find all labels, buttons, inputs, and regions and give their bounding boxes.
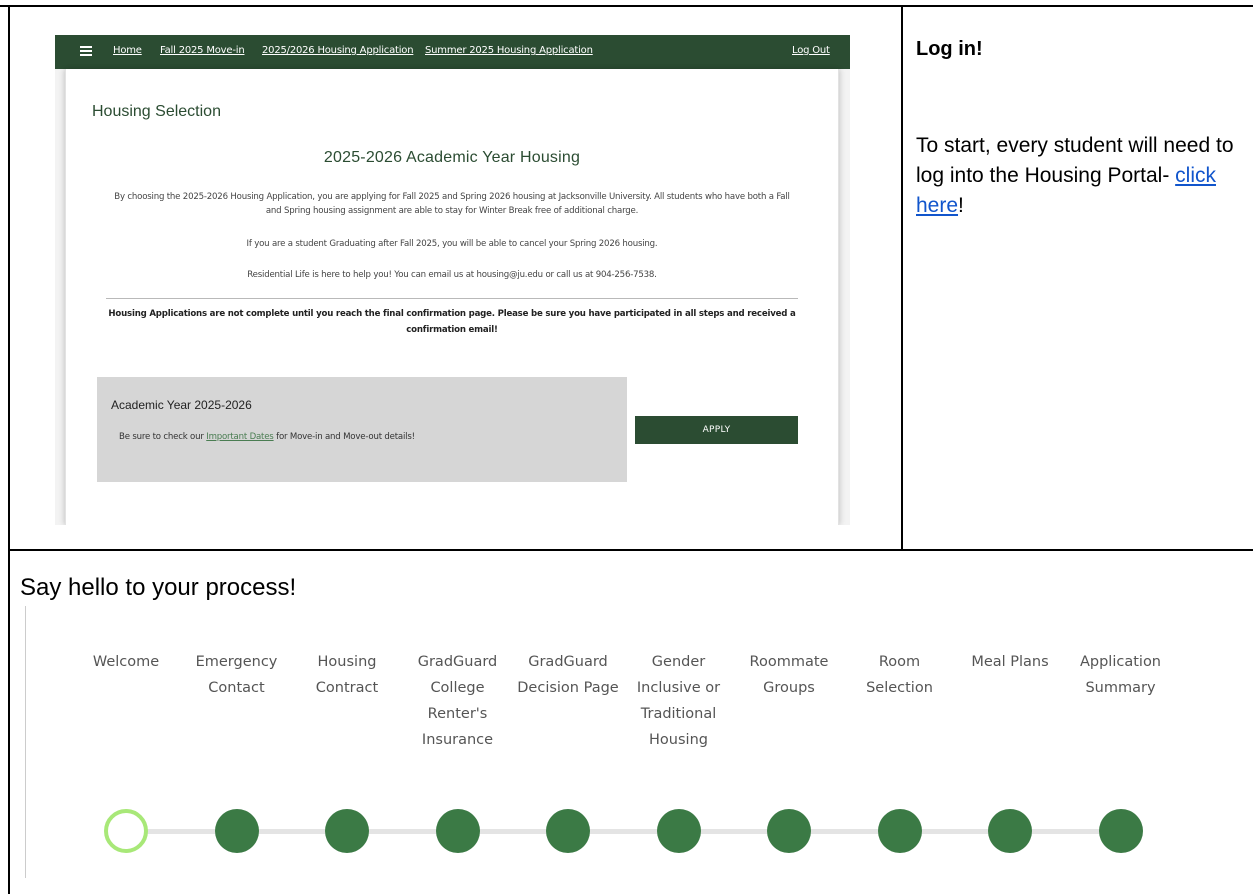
section-title: 2025-2026 Academic Year Housing bbox=[323, 149, 581, 166]
login-instructions: To start, every student will need to log… bbox=[916, 131, 1246, 221]
step-dot[interactable] bbox=[1098, 809, 1143, 853]
apply-button[interactable]: APPLY bbox=[635, 416, 798, 444]
graduating-paragraph: If you are a student Graduating after Fa… bbox=[246, 239, 658, 249]
table-border-divider bbox=[901, 5, 903, 551]
step-dot[interactable] bbox=[214, 809, 259, 853]
step-dot[interactable] bbox=[656, 809, 701, 853]
step-label: Gender Inclusive or Traditional Housing bbox=[636, 654, 721, 748]
important-dates-suffix: for Move-in and Move-out details! bbox=[273, 432, 415, 442]
contact-paragraph: Residential Life is here to help you! Yo… bbox=[247, 270, 657, 280]
logout-link[interactable]: Log Out bbox=[792, 45, 830, 56]
step-label: GradGuard Decision Page bbox=[517, 654, 619, 696]
table-border-middle bbox=[8, 549, 1253, 551]
step-dot[interactable] bbox=[767, 809, 811, 853]
login-suffix: ! bbox=[958, 194, 964, 217]
housing-selection-card: Housing Selection 2025-2026 Academic Yea… bbox=[65, 69, 839, 525]
intro-paragraph: By choosing the 2025-2026 Housing Applic… bbox=[114, 192, 790, 216]
nav-summer-housing-link[interactable]: Summer 2025 Housing Application bbox=[425, 45, 593, 56]
nav-home-link[interactable]: Home bbox=[113, 45, 142, 56]
nav-housing-application-link[interactable]: 2025/2026 Housing Application bbox=[262, 45, 414, 56]
step-label: Meal Plans bbox=[971, 654, 1049, 670]
academic-year-box: Academic Year 2025-2026 Be sure to check… bbox=[97, 377, 627, 482]
process-left-rule bbox=[25, 606, 26, 878]
step-dot[interactable] bbox=[325, 809, 369, 853]
hamburger-menu-icon[interactable] bbox=[80, 46, 92, 56]
process-heading: Say hello to your process! bbox=[20, 574, 297, 601]
step-dot[interactable] bbox=[546, 809, 590, 853]
step-dot[interactable] bbox=[877, 809, 922, 853]
step-label: Housing Contract bbox=[315, 654, 379, 696]
nav-fall-move-in-link[interactable]: Fall 2025 Move-in bbox=[160, 45, 245, 56]
divider bbox=[106, 298, 798, 299]
step-label: Welcome bbox=[92, 654, 160, 670]
portal-nav-bar: Home Fall 2025 Move-in 2025/2026 Housing… bbox=[55, 35, 850, 69]
important-dates-link[interactable]: Important Dates bbox=[206, 432, 274, 442]
portal-screenshot: Home Fall 2025 Move-in 2025/2026 Housing… bbox=[55, 35, 850, 525]
step-label: Application Summary bbox=[1079, 654, 1162, 696]
step-label: Emergency Contact bbox=[195, 654, 278, 696]
page-title: Housing Selection bbox=[92, 103, 221, 120]
step-label: Room Selection bbox=[866, 654, 933, 696]
step-dot-current[interactable] bbox=[104, 809, 148, 853]
stepper-track bbox=[125, 829, 1122, 834]
important-dates-prefix: Be sure to check our bbox=[119, 432, 207, 442]
table-border-top bbox=[0, 5, 1253, 7]
completion-notice: Housing Applications are not complete un… bbox=[108, 309, 796, 335]
table-border-left bbox=[8, 5, 10, 894]
important-dates-text: Be sure to check our Important Dates for… bbox=[119, 432, 415, 442]
step-label: Roommate Groups bbox=[749, 654, 829, 696]
step-dot[interactable] bbox=[435, 809, 480, 853]
academic-year-title: Academic Year 2025-2026 bbox=[111, 398, 252, 412]
step-label: GradGuard College Renter's Insurance bbox=[417, 654, 498, 748]
step-dot[interactable] bbox=[988, 809, 1032, 853]
login-heading: Log in! bbox=[916, 38, 983, 60]
